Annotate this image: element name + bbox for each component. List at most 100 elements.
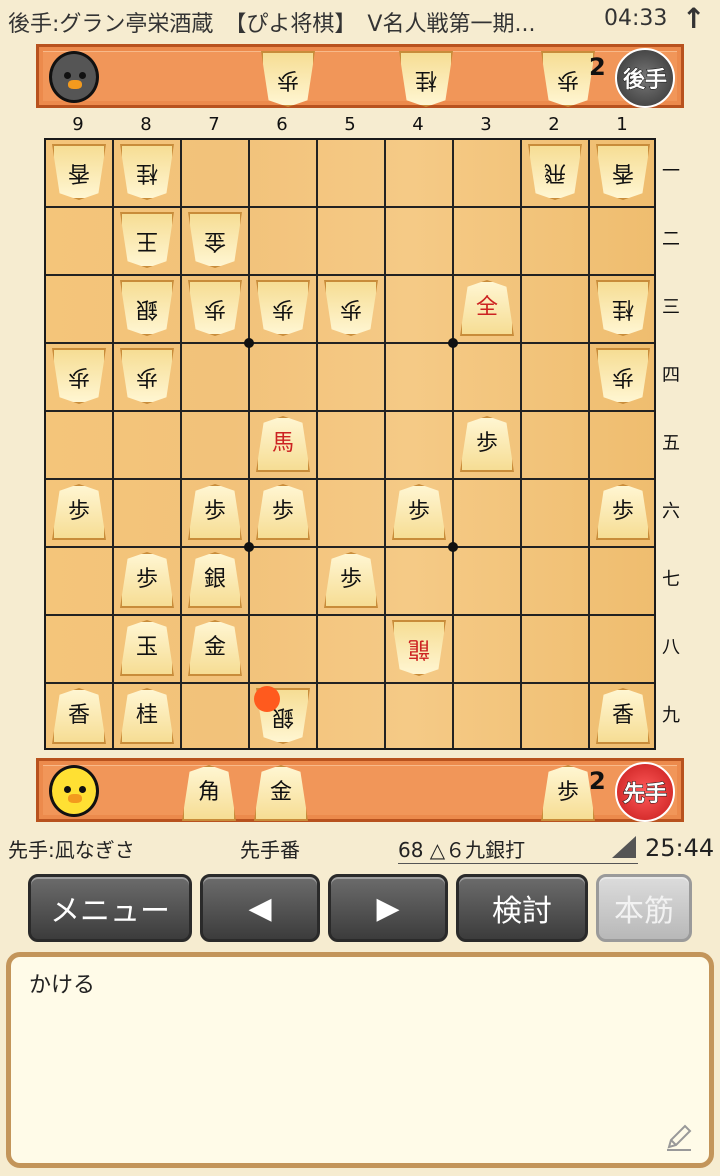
- file-label: 9: [72, 114, 84, 135]
- piece-label: 馬: [271, 431, 294, 456]
- mainline-button[interactable]: 本筋: [596, 874, 692, 942]
- gote-board-piece[interactable]: 香: [596, 144, 650, 200]
- grid-line: [316, 140, 318, 748]
- sente-board-piece[interactable]: 香: [596, 688, 650, 744]
- piece-label: 全: [475, 295, 498, 320]
- sente-hand-count: 2: [589, 767, 606, 795]
- file-label: 5: [344, 114, 356, 135]
- piece-label: 歩: [67, 499, 90, 524]
- file-label: 2: [548, 114, 560, 135]
- gote-board-piece[interactable]: 王: [120, 212, 174, 268]
- sente-board-piece[interactable]: 香: [52, 688, 106, 744]
- grid-line: [46, 682, 654, 684]
- comment-box[interactable]: かける: [6, 952, 714, 1168]
- shogi-board[interactable]: 香桂飛香王金銀歩歩歩全桂歩歩歩馬歩歩歩歩歩歩歩銀歩玉金龍香桂銀香: [44, 138, 656, 750]
- gote-board-piece[interactable]: 桂: [596, 280, 650, 336]
- next-move-button[interactable]: ▶: [328, 874, 448, 942]
- dropdown-corner-icon[interactable]: [612, 836, 636, 858]
- analyze-button[interactable]: 検討: [456, 874, 588, 942]
- grid-line: [588, 140, 590, 748]
- file-label: 4: [412, 114, 424, 135]
- sente-board-piece[interactable]: 歩: [120, 552, 174, 608]
- sente-board-piece[interactable]: 歩: [596, 484, 650, 540]
- gote-board-piece[interactable]: 銀: [120, 280, 174, 336]
- gote-board-piece[interactable]: 歩: [256, 280, 310, 336]
- menu-button[interactable]: メニュー: [28, 874, 192, 942]
- piece-label: 香: [67, 160, 90, 185]
- grid-line: [46, 206, 654, 208]
- sente-player-avatar-icon: [49, 765, 99, 817]
- sente-board-piece[interactable]: 銀: [188, 552, 242, 608]
- gote-player-avatar-icon: [49, 51, 99, 103]
- gote-board-piece[interactable]: 香: [52, 144, 106, 200]
- gote-board-piece[interactable]: 桂: [120, 144, 174, 200]
- sente-board-piece[interactable]: 歩: [256, 484, 310, 540]
- star-point: [244, 542, 254, 552]
- gote-board-piece[interactable]: 歩: [120, 348, 174, 404]
- sente-board-piece[interactable]: 歩: [188, 484, 242, 540]
- piece-label: 歩: [475, 431, 498, 456]
- sente-hand-piece[interactable]: 角: [182, 765, 236, 821]
- rank-label: 六: [662, 501, 680, 522]
- rank-label: 九: [662, 705, 680, 726]
- star-point: [244, 338, 254, 348]
- sente-piece-stand[interactable]: 角 金 歩 2 先手: [36, 758, 684, 822]
- previous-move-button[interactable]: ◀: [200, 874, 320, 942]
- gote-hand-piece[interactable]: 桂: [399, 51, 453, 107]
- gote-hand-piece[interactable]: 歩: [541, 51, 595, 107]
- rank-labels: 一二三四五六七八九: [658, 138, 684, 750]
- sente-board-piece[interactable]: 歩: [460, 416, 514, 472]
- file-label: 6: [276, 114, 288, 135]
- game-title: 後手:グラン亭栄酒蔵 【ぴよ将棋】 V名人戦第一期...: [8, 12, 536, 37]
- grid-line: [46, 614, 654, 616]
- pencil-icon[interactable]: [663, 1121, 695, 1153]
- status-bar: 後手:グラン亭栄酒蔵 【ぴよ将棋】 V名人戦第一期... 04:33 ↑: [0, 0, 720, 42]
- gote-board-piece[interactable]: 歩: [52, 348, 106, 404]
- gote-board-piece[interactable]: 金: [188, 212, 242, 268]
- gote-piece-stand[interactable]: 歩 桂 歩 2 後手: [36, 44, 684, 108]
- sente-board-piece[interactable]: 桂: [120, 688, 174, 744]
- sente-badge: 先手: [615, 762, 675, 822]
- piece-label: 歩: [339, 567, 362, 592]
- grid-line: [46, 546, 654, 548]
- upload-arrow-icon[interactable]: ↑: [682, 2, 705, 35]
- piece-label: 歩: [135, 364, 158, 389]
- piece-label: 歩: [339, 296, 362, 321]
- sente-hand-piece[interactable]: 金: [254, 765, 308, 821]
- gote-board-piece[interactable]: 歩: [596, 348, 650, 404]
- sente-board-piece[interactable]: 馬: [256, 416, 310, 472]
- gote-hand-piece[interactable]: 歩: [261, 51, 315, 107]
- gote-board-piece[interactable]: 歩: [324, 280, 378, 336]
- gote-hand-count: 2: [589, 53, 606, 81]
- grid-line: [112, 140, 114, 748]
- file-label: 1: [616, 114, 628, 135]
- sente-board-piece[interactable]: 金: [188, 620, 242, 676]
- comment-text: かける: [29, 973, 96, 998]
- piece-label: 香: [67, 703, 90, 728]
- piece-label: 歩: [67, 364, 90, 389]
- system-clock: 04:33: [604, 6, 668, 31]
- sente-board-piece[interactable]: 全: [460, 280, 514, 336]
- sente-board-piece[interactable]: 歩: [52, 484, 106, 540]
- piece-label: 歩: [135, 567, 158, 592]
- file-labels: 9 8 7 6 5 4 3 2 1: [44, 114, 656, 136]
- grid-line: [46, 342, 654, 344]
- piece-label: 歩: [407, 499, 430, 524]
- game-info-bar: 先手:凪なぎさ 先手番 68 △６九銀打 25:44: [0, 832, 720, 866]
- sente-board-piece[interactable]: 歩: [324, 552, 378, 608]
- gote-board-piece[interactable]: 歩: [188, 280, 242, 336]
- rank-label: 四: [662, 365, 680, 386]
- current-move-selector[interactable]: 68 △６九銀打: [398, 834, 638, 864]
- sente-board-piece[interactable]: 歩: [392, 484, 446, 540]
- piece-label: 歩: [271, 296, 294, 321]
- piece-label: 桂: [611, 296, 634, 321]
- piece-label: 桂: [135, 160, 158, 185]
- gote-board-piece[interactable]: 飛: [528, 144, 582, 200]
- sente-board-piece[interactable]: 玉: [120, 620, 174, 676]
- piece-label: 銀: [203, 567, 226, 592]
- sente-hand-piece[interactable]: 歩: [541, 765, 595, 821]
- rank-label: 七: [662, 569, 680, 590]
- gote-board-piece[interactable]: 龍: [392, 620, 446, 676]
- sente-player-name: 先手:凪なぎさ: [8, 838, 135, 862]
- piece-label: 王: [135, 228, 158, 253]
